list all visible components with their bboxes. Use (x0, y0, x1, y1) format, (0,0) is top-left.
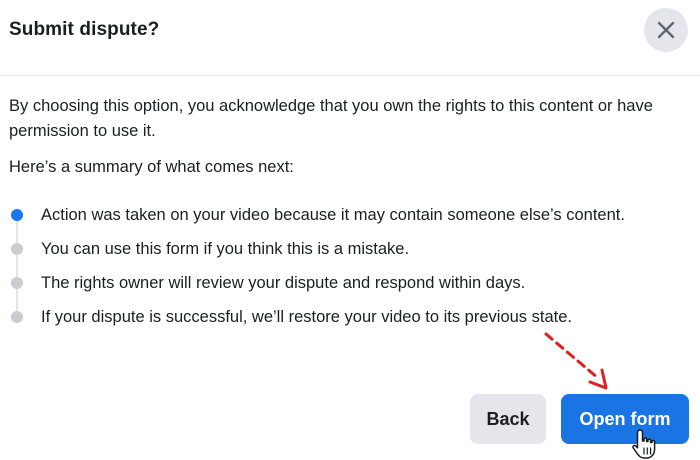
step-label: The rights owner will review your disput… (41, 274, 526, 292)
back-button[interactable]: Back (470, 394, 546, 444)
step-label: Action was taken on your video because i… (41, 206, 625, 224)
step-label: You can use this form if you think this … (41, 240, 410, 258)
dialog-header: Submit dispute? (0, 0, 700, 76)
close-button[interactable] (644, 8, 688, 52)
step-item: You can use this form if you think this … (0, 234, 700, 268)
step-item: Action was taken on your video because i… (0, 200, 700, 234)
step-dot (11, 277, 23, 289)
summary-heading: Here’s a summary of what comes next: (9, 158, 294, 176)
step-label: If your dispute is successful, we’ll res… (41, 308, 572, 326)
intro-text: By choosing this option, you acknowledge… (9, 97, 653, 140)
step-item: If your dispute is successful, we’ll res… (0, 302, 700, 336)
step-dot-active (11, 209, 23, 221)
step-dot (11, 311, 23, 323)
step-dot (11, 243, 23, 255)
dashed-arrow-icon (544, 332, 608, 390)
close-icon (657, 21, 675, 39)
dialog-title: Submit dispute? (9, 19, 160, 40)
step-item: The rights owner will review your disput… (0, 268, 700, 302)
submit-dispute-dialog: Submit dispute? By choosing this option,… (0, 0, 700, 460)
open-form-button[interactable]: Open form (561, 394, 689, 444)
